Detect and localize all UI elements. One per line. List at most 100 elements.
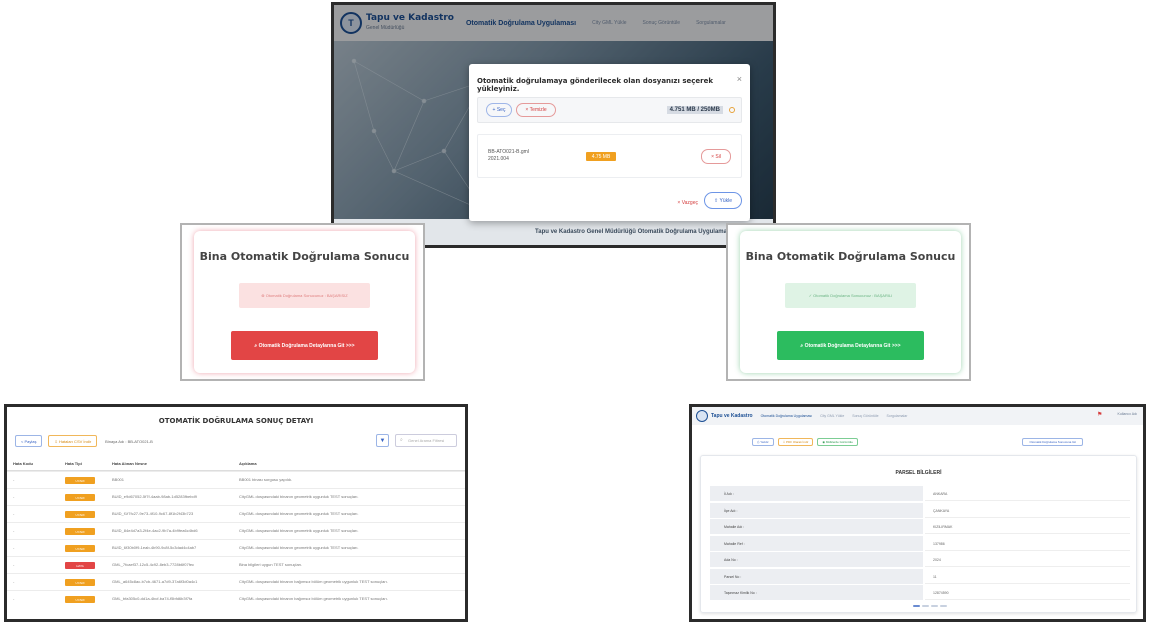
download-csv-button[interactable]: ⇩ Hataları CSV İndir bbox=[48, 435, 98, 447]
field-value: ÇANKAYA bbox=[925, 503, 1130, 518]
error-type-badge: UYARI bbox=[65, 477, 95, 484]
close-icon[interactable]: × bbox=[737, 74, 742, 84]
field-label: Parsel No : bbox=[710, 568, 923, 584]
cancel-label: Vazgeç bbox=[681, 200, 698, 206]
table-row[interactable]: - UYARI BUID_84e4d7a3-2f4e-4ac2-9b7a-4b9fe… bbox=[7, 522, 465, 539]
field-label: Mahalle Ref : bbox=[710, 535, 923, 551]
result-fail-screenshot: Bina Otomatik Doğrulama Sonucu ⊗ Otomati… bbox=[180, 223, 425, 381]
top-navbar: Tapu ve Kadastro Otomatik Doğrulama Uygu… bbox=[692, 407, 1143, 425]
col-object[interactable]: Hata Alınan Nesne bbox=[112, 461, 147, 466]
cell-description: CityGML dosyasındaki binanın geometrik u… bbox=[239, 511, 359, 516]
pdf-download-button[interactable]: ⇩ PDF Olarak İndir bbox=[777, 438, 814, 446]
cell-description: CityGML dosyasındaki binanın geometrik u… bbox=[239, 494, 359, 499]
table-body: - UYARI BB001 BB001 binası sorgusu yapıldı.… bbox=[7, 471, 465, 607]
table-row[interactable]: - UYARI BUID_e9d67052-5f7f-4aab-98ab-1d528… bbox=[7, 488, 465, 505]
result-table: Hata Kodu Hata Tipi Hata Alınan Nesne Aç… bbox=[7, 457, 465, 607]
table-row[interactable]: - UYARI GML_a645c8ac-b7cb-4671-a7d9-37a6f3… bbox=[7, 573, 465, 590]
filter-icon[interactable]: ▼ bbox=[376, 434, 389, 447]
upload-button[interactable]: ⇧ Yükle bbox=[704, 192, 742, 209]
go-details-button[interactable]: ⌕ Otomatik Doğrulama Detaylarına Git >>> bbox=[777, 331, 924, 360]
page-dot[interactable] bbox=[931, 605, 938, 607]
error-type-badge: UYARI bbox=[65, 579, 95, 586]
select-label: Seç bbox=[496, 107, 506, 113]
cell-object: GML_7fcaef37-12c5-4c92-8eb3-7728b6f07fec bbox=[112, 562, 195, 567]
field-label: İl Adı : bbox=[710, 486, 923, 501]
parcel-title: PARSEL BİLGİLERİ bbox=[895, 470, 942, 476]
cell-description: CityGML dosyasındaki binanın geometrik u… bbox=[239, 528, 359, 533]
error-type-badge: UYARI bbox=[65, 596, 95, 603]
table-row[interactable]: - UYARI BB001 BB001 binası sorgusu yapıldı. bbox=[7, 471, 465, 488]
nav-upload-gml[interactable]: City GML Yükle bbox=[820, 414, 844, 418]
table-row[interactable]: - HATA GML_7fcaef37-12c5-4c92-8eb3-7728b6f… bbox=[7, 556, 465, 573]
detail-toolbar: < Paylaş ⇩ Hataları CSV İndir Binaya Adı… bbox=[15, 435, 153, 447]
go-result-button[interactable]: Otomatik Doğrulama Sonucuna Git bbox=[1022, 438, 1083, 446]
table-row[interactable]: - UYARI BUID_6f30b0f9-1eab-4b90-9c8f-5c3da… bbox=[7, 539, 465, 556]
cell-object: BB001 bbox=[112, 477, 125, 482]
go-details-button[interactable]: ⌕ Otomatik Doğrulama Detaylarına Git >>> bbox=[231, 331, 378, 360]
cell-object: BUID_84e4d7a3-2f4e-4ac2-9b7a-4b9fea6c4bd… bbox=[112, 528, 198, 533]
field-value: 2024 bbox=[925, 552, 1130, 567]
go-details-label: Otomatik Doğrulama Detaylarına Git >>> bbox=[258, 342, 355, 349]
page-dot[interactable] bbox=[913, 605, 920, 607]
result-detail-screenshot: OTOMATİK DOĞRULAMA SONUÇ DETAYI < Paylaş… bbox=[4, 404, 468, 622]
parcel-actions: ⎙ Yazdır ⇩ PDF Olarak İndir ◉ Mülklerde … bbox=[752, 438, 858, 446]
error-type-badge: UYARI bbox=[65, 528, 95, 535]
status-text: Otomatik Doğrulama Sonucunuz : BAŞARILI bbox=[813, 293, 893, 298]
parcel-field-row: Taşınmaz Kimlik No :12874590 bbox=[710, 585, 1130, 602]
size-info: 4.751 MB / 250MB bbox=[666, 106, 723, 114]
parcel-field-row: Mahalle Ref :137986 bbox=[710, 535, 1130, 553]
share-button[interactable]: < Paylaş bbox=[15, 435, 43, 447]
select-file-button[interactable]: + Seç bbox=[486, 103, 512, 117]
upload-screenshot: T Tapu ve Kadastro Genel Müdürlüğü Otoma… bbox=[331, 2, 776, 248]
parcel-info-screenshot: Tapu ve Kadastro Otomatik Doğrulama Uygu… bbox=[689, 404, 1146, 622]
cancel-button[interactable]: × Vazgeç bbox=[677, 200, 698, 206]
cell-error-code: - bbox=[13, 511, 15, 516]
parcel-field-row: İlçe Adı : ÇANKAYA bbox=[710, 502, 1130, 520]
search-input[interactable]: ⌕ Genel Arama Filtresi bbox=[395, 434, 457, 447]
user-menu[interactable]: Kullanıcı Adı bbox=[1118, 412, 1137, 416]
page-title: OTOMATİK DOĞRULAMA SONUÇ DETAYI bbox=[158, 417, 314, 425]
field-value: KIZILIRMAK bbox=[925, 519, 1130, 534]
page-dot[interactable] bbox=[940, 605, 947, 607]
cell-object: GML_bfa305c0-dd1a-4bcf-ba74-f5bfd6b3f7fa bbox=[112, 596, 193, 601]
field-value: ANKARA bbox=[925, 486, 1130, 501]
error-type-badge: UYARI bbox=[65, 494, 95, 501]
table-row[interactable]: - UYARI GML_bfa305c0-dd1a-4bcf-ba74-f5bfd6… bbox=[7, 590, 465, 607]
nav-app-title[interactable]: Otomatik Doğrulama Uygulaması bbox=[761, 414, 813, 418]
cell-description: CityGML dosyasındaki binanın bağımsız bö… bbox=[239, 579, 388, 584]
file-select-bar: + Seç × Temizle 4.751 MB / 250MB bbox=[477, 97, 742, 123]
view-properties-label: Mülklerde Görüntüle bbox=[825, 440, 853, 444]
table-row[interactable]: - UYARI BUID_f1f7fc27-9e73-4f10-9c67-8f1b2… bbox=[7, 505, 465, 522]
nav-queries[interactable]: Sorgulamalar bbox=[887, 414, 908, 418]
col-description[interactable]: Açıklama bbox=[239, 461, 257, 466]
cell-error-code: - bbox=[13, 528, 15, 533]
upload-modal: Otomatik doğrulamaya gönderilecek olan d… bbox=[469, 64, 750, 221]
clear-button[interactable]: × Temizle bbox=[516, 103, 556, 117]
status-badge: ⊗ Otomatik Doğrulama Sonucunuz : BAŞARIS… bbox=[239, 283, 370, 308]
pagination-dots[interactable] bbox=[913, 605, 947, 607]
parcel-field-row: Mahalle Adı : KIZILIRMAK bbox=[710, 519, 1130, 536]
view-properties-button[interactable]: ◉ Mülklerde Görüntüle bbox=[817, 438, 858, 446]
field-value: 11 bbox=[925, 569, 1130, 584]
search-icon: ⌕ bbox=[400, 437, 403, 443]
cell-error-code: - bbox=[13, 562, 15, 567]
delete-file-button[interactable]: × Sil bbox=[701, 149, 731, 164]
status-badge: ✓ Otomatik Doğrulama Sonucunuz : BAŞARIL… bbox=[785, 283, 916, 308]
file-list-item: BB-ATO021-B.gml 2021.004 4.75 MB × Sil bbox=[477, 134, 742, 178]
page-dot[interactable] bbox=[922, 605, 929, 607]
notification-icon[interactable]: ⚑ bbox=[1097, 412, 1103, 418]
info-icon bbox=[729, 107, 735, 113]
cell-error-code: - bbox=[13, 494, 15, 499]
col-error-type[interactable]: Hata Tipi bbox=[65, 461, 82, 466]
cell-description: CityGML dosyasındaki binanın bağımsız bö… bbox=[239, 596, 388, 601]
print-button[interactable]: ⎙ Yazdır bbox=[752, 438, 774, 446]
result-card: Bina Otomatik Doğrulama Sonucu ⊗ Otomati… bbox=[194, 231, 415, 373]
cell-error-code: - bbox=[13, 579, 15, 584]
field-label: Taşınmaz Kimlik No : bbox=[710, 585, 923, 600]
field-label: İlçe Adı : bbox=[710, 502, 923, 518]
nav-results[interactable]: Sonuç Görüntüle bbox=[852, 414, 878, 418]
field-value: 12874590 bbox=[925, 585, 1130, 600]
cell-object: BUID_e9d67052-5f7f-4aab-98ab-1d5283fbebd… bbox=[112, 494, 197, 499]
cell-error-code: - bbox=[13, 477, 15, 482]
col-error-code[interactable]: Hata Kodu bbox=[13, 461, 33, 466]
